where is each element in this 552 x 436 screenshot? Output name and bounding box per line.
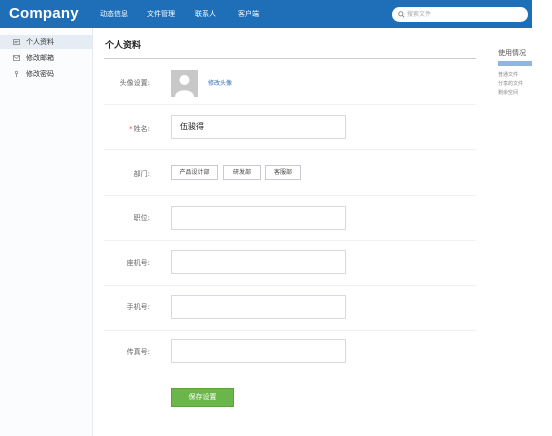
page-title: 个人资料 xyxy=(105,41,142,51)
fax-field[interactable] xyxy=(171,339,346,363)
fax-label: 传真号: xyxy=(126,348,150,356)
sidebar-item-label: 修改邮箱 xyxy=(26,54,54,62)
save-settings-button[interactable]: 保存设置 xyxy=(171,388,234,407)
sidebar-item-change-password[interactable]: 修改密码 xyxy=(0,67,93,81)
envelope-icon xyxy=(13,55,20,61)
usage-progress-bar xyxy=(498,61,532,66)
search-placeholder: 搜索文件 xyxy=(407,11,432,18)
required-asterisk: * xyxy=(129,125,133,133)
name-label: *姓名: xyxy=(90,124,150,134)
row-divider xyxy=(104,240,476,241)
nav-client[interactable]: 客户端 xyxy=(238,0,259,28)
department-option-customer-service[interactable]: 客服部 xyxy=(265,165,301,180)
row-divider xyxy=(104,104,476,105)
usage-title: 使用情况 xyxy=(498,49,526,57)
extension-label: 座机号: xyxy=(126,259,150,267)
mobile-field[interactable] xyxy=(171,295,346,319)
nav-contacts[interactable]: 联系人 xyxy=(195,0,216,28)
title-divider xyxy=(104,58,476,59)
name-field[interactable]: 伍骏得 xyxy=(171,115,346,139)
nav-file-management[interactable]: 文件管理 xyxy=(147,0,175,28)
nav-dynamic-info[interactable]: 动态信息 xyxy=(100,0,128,28)
top-bar: Company 动态信息 文件管理 联系人 客户端 搜索文件 xyxy=(0,0,532,28)
department-label: 部门: xyxy=(133,170,150,178)
row-divider xyxy=(104,149,476,150)
search-input[interactable]: 搜索文件 xyxy=(392,7,528,22)
change-avatar-link[interactable]: 修改头像 xyxy=(208,78,232,87)
mobile-label: 手机号: xyxy=(126,303,150,311)
department-option-product-design[interactable]: 产品设计部 xyxy=(171,165,218,180)
avatar xyxy=(171,70,198,97)
position-field[interactable] xyxy=(171,206,346,230)
name-label-text: 姓名: xyxy=(133,125,150,133)
department-option-rnd[interactable]: 研发部 xyxy=(223,165,261,180)
sidebar-item-label: 修改密码 xyxy=(26,70,54,78)
sidebar: 个人资料 修改邮箱 修改密码 xyxy=(0,28,93,436)
row-divider xyxy=(104,285,476,286)
usage-line-normal-files: 普通文件 xyxy=(498,72,519,78)
user-silhouette-icon xyxy=(175,75,194,97)
row-divider xyxy=(104,195,476,196)
sidebar-item-change-email[interactable]: 修改邮箱 xyxy=(0,51,93,65)
row-divider xyxy=(104,330,476,331)
extension-field[interactable] xyxy=(171,250,346,274)
search-icon xyxy=(398,11,405,18)
sidebar-item-label: 个人资料 xyxy=(26,38,54,46)
avatar-label: 头像设置: xyxy=(119,79,150,87)
usage-line-shared-files: 分享的文件 xyxy=(498,81,524,87)
profile-card-icon xyxy=(13,39,20,45)
sidebar-item-profile[interactable]: 个人资料 xyxy=(0,35,93,49)
usage-line-remaining-space: 剩余空间 xyxy=(498,90,519,96)
company-logo[interactable]: Company xyxy=(9,5,79,22)
position-label: 职位: xyxy=(133,214,150,222)
key-icon xyxy=(14,70,19,78)
